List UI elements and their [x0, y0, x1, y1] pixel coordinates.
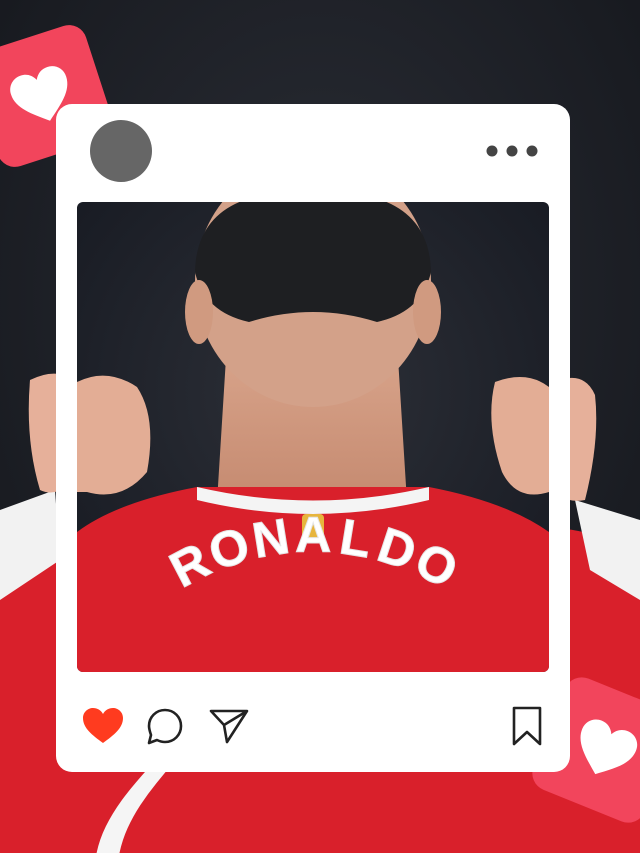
jersey-name-letter: A [295, 507, 331, 563]
heart-icon[interactable] [82, 707, 124, 745]
comment-icon[interactable] [146, 707, 184, 745]
left-ear [185, 280, 213, 344]
bookmark-icon[interactable] [510, 705, 544, 747]
right-ear [413, 280, 441, 344]
post-image-art: R O N A L D O [77, 202, 549, 672]
send-icon[interactable] [208, 707, 250, 745]
avatar[interactable] [90, 120, 152, 182]
left-fist [77, 375, 151, 495]
hair [195, 202, 431, 322]
post-card: R O N A L D O [56, 104, 570, 772]
more-dots-icon[interactable] [484, 142, 540, 160]
heart-icon [580, 719, 638, 775]
post-image[interactable]: R O N A L D O [77, 202, 549, 672]
